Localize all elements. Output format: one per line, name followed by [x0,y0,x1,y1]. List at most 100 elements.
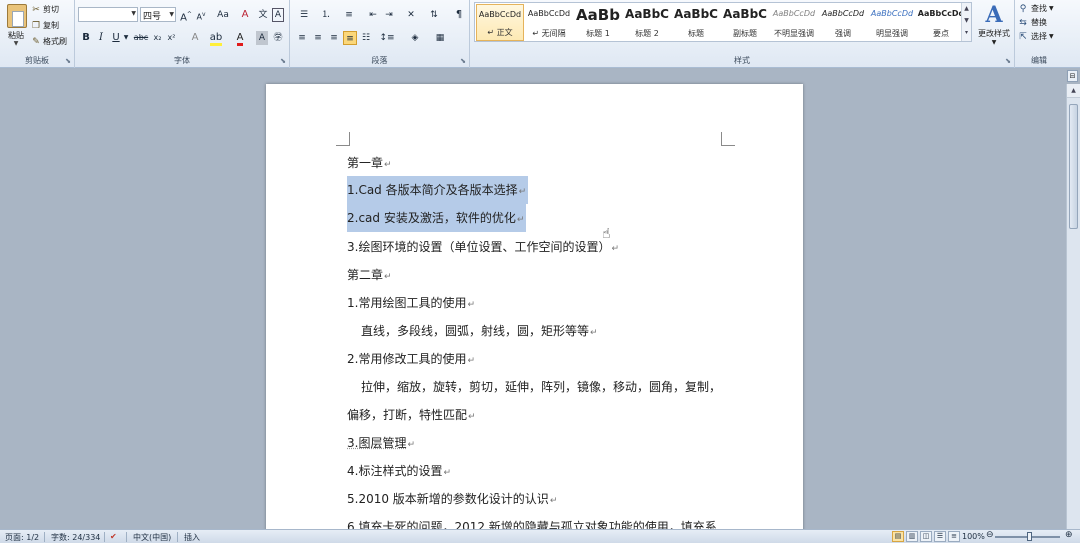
font-color-button[interactable]: A [232,31,248,46]
style-heading-1[interactable]: AaBb 标题 1 [574,4,622,41]
paragraph-group-label: 段落 [371,56,388,65]
change-styles-button[interactable]: A 更改样式 ▼ [975,2,1013,52]
paragraph[interactable]: 第一章↵ [347,155,392,173]
paragraph-selected[interactable]: 2.cad 安装及激活，软件的优化↵ [347,204,527,232]
print-layout-view-icon[interactable]: ▤ [892,531,904,542]
paragraph[interactable]: 1.常用绘图工具的使用↵ [347,295,475,313]
grow-font-button[interactable]: A^ [179,8,193,23]
paragraph[interactable]: 3.图层管理↵ [347,435,415,453]
replace-button[interactable]: ⇆ 替换 [1018,16,1047,29]
highlight-button[interactable]: ab [208,31,224,46]
dialog-launcher-icon[interactable]: ⬊ [1005,57,1011,65]
zoom-in-icon[interactable]: ⊕ [1065,530,1073,540]
dialog-launcher-icon[interactable]: ⬊ [280,57,286,65]
paragraph[interactable]: 偏移，打断，特性匹配↵ [347,407,476,425]
dialog-launcher-icon[interactable]: ⬊ [65,57,71,65]
style-heading-2[interactable]: AaBbC 标题 2 [623,4,671,41]
shading-button[interactable]: ◈ [405,31,425,45]
font-size-value: 四号 [143,12,162,22]
char-shade-icon: A [258,33,266,43]
decrease-indent-button[interactable]: ⇤ [366,8,380,22]
insert-mode-indicator[interactable]: 插入 [184,532,200,543]
paragraph[interactable]: 5.2010 版本新增的参数化设计的认识↵ [347,491,557,509]
show-marks-button[interactable]: ¶ [452,8,466,22]
paragraph[interactable]: 直线，多段线，圆弧，射线，圆，矩形等等↵ [361,323,598,341]
language-indicator[interactable]: 中文(中国) [133,532,171,543]
document-page[interactable]: 第一章↵ 1.Cad 各版本简介及各版本选择↵ 2.cad 安装及激活，软件的优… [266,84,803,543]
borders-button[interactable]: ▦ [430,31,450,45]
chevron-up-icon[interactable]: ▲ [962,3,971,15]
vertical-scrollbar[interactable]: ▲ [1066,84,1080,529]
paste-button[interactable]: 粘贴 ▼ [3,2,29,48]
chevron-up-icon[interactable]: ▲ [1067,84,1080,98]
clear-format-button[interactable]: A [238,8,252,22]
style-subtle-emphasis[interactable]: AaBbCcDd 不明显强调 [770,4,818,41]
bullets-button[interactable]: ☰ [295,8,313,22]
full-screen-reading-icon[interactable]: ▥ [906,531,918,542]
align-center-button[interactable]: ≡ [311,31,325,45]
font-size-combo[interactable]: 四号 ▼ [140,7,176,22]
paragraph[interactable]: 3.绘图环境的设置（单位设置、工作空间的设置）↵ [347,239,619,257]
underline-icon: U [112,32,120,43]
text-effects-button[interactable]: A [187,31,203,45]
paragraph-selected[interactable]: 1.Cad 各版本简介及各版本选择↵ [347,176,529,204]
paragraph[interactable]: 第二章↵ [347,267,392,285]
style-no-spacing[interactable]: AaBbCcDd ↵ 无间隔 [525,4,573,41]
chevron-down-icon[interactable]: ▼ [962,15,971,27]
align-left-button[interactable]: ≡ [295,31,309,45]
web-layout-icon[interactable]: ◫ [920,531,932,542]
ruler-toggle-icon[interactable]: ⊟ [1067,70,1078,82]
paragraph[interactable]: 2.常用修改工具的使用↵ [347,351,475,369]
style-subtitle[interactable]: AaBbC 副标题 [721,4,769,41]
page-indicator[interactable]: 页面: 1/2 [5,532,39,543]
format-painter-button[interactable]: ✎ 格式刷 [31,36,67,47]
gallery-scrollbar[interactable]: ▲ ▼ ▾ [961,3,971,41]
zoom-out-icon[interactable]: ⊖ [986,530,994,540]
align-right-button[interactable]: ≡ [327,31,341,45]
phonetic-guide-button[interactable]: 文 [256,8,270,22]
distributed-button[interactable]: ☷ [359,31,373,45]
multilevel-list-button[interactable]: ≡ [339,8,359,22]
select-button[interactable]: ⇱ 选择 ▼ [1018,30,1053,43]
scrollbar-thumb[interactable] [1069,104,1078,229]
style-normal[interactable]: AaBbCcDd ↵ 正文 [476,4,524,41]
superscript-button[interactable]: x² [165,31,178,45]
underline-button[interactable]: U [110,31,122,45]
style-emphasis[interactable]: AaBbCcDd 强调 [819,4,867,41]
style-title[interactable]: AaBbC 标题 [672,4,720,41]
justify-button[interactable]: ≡ [343,31,357,45]
numbering-button[interactable]: ⒈ [317,8,335,22]
line-spacing-button[interactable]: ↕≡ [378,31,396,45]
style-name: 标题 1 [586,29,610,38]
style-intense-emphasis[interactable]: AaBbCcDd 明显强调 [868,4,916,41]
change-case-button[interactable]: Aa [212,8,234,22]
subscript-button[interactable]: x₂ [151,31,164,45]
font-name-combo[interactable]: ▼ [78,7,138,22]
shrink-font-button[interactable]: Av [194,8,208,22]
char-border-button[interactable]: A [272,8,284,22]
style-strong[interactable]: AaBbCcDd 要点 [917,4,965,41]
cut-button[interactable]: ✂ 剪切 [31,4,59,15]
zoom-slider-handle[interactable] [1027,532,1032,541]
bold-button[interactable]: B [80,31,92,45]
more-icon[interactable]: ▾ [962,27,971,39]
paragraph[interactable]: 拉伸，缩放，旋转，剪切，延伸，阵列，镜像，移动，圆角，复制， [361,379,722,397]
enclose-char-button[interactable]: ㊫ [271,31,285,45]
copy-button[interactable]: ❐ 复制 [31,20,59,31]
find-button[interactable]: ⚲ 查找 ▼ [1018,2,1054,15]
change-styles-label: 更改样式 [978,29,1010,38]
chinese-layout-button[interactable]: ✕ [402,8,420,22]
increase-indent-button[interactable]: ⇥ [382,8,396,22]
outline-view-icon[interactable]: ☰ [934,531,946,542]
chevron-down-icon[interactable]: ▼ [122,31,130,45]
char-shade-button[interactable]: A [256,31,268,45]
strikethrough-button[interactable]: abc [133,31,149,45]
zoom-level[interactable]: 100% [962,532,985,541]
sort-button[interactable]: ⇅ [426,8,442,22]
spell-check-icon[interactable]: ✔ [110,532,117,541]
paragraph[interactable]: 4.标注样式的设置↵ [347,463,451,481]
dialog-launcher-icon[interactable]: ⬊ [460,57,466,65]
draft-view-icon[interactable]: ≡ [948,531,960,542]
italic-button[interactable]: I [95,31,107,45]
word-count[interactable]: 字数: 24/334 [51,532,100,543]
